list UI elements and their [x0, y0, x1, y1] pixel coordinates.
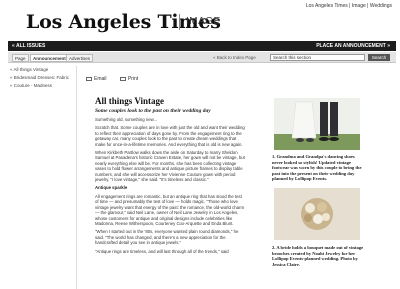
section-label[interactable]: IMAGE — [186, 16, 221, 27]
article-paragraph: Something old, something new... — [95, 117, 158, 122]
back-to-index-link[interactable]: « Back to Index Page — [213, 55, 256, 60]
article-body: Something old, something new... Scratch … — [95, 117, 245, 254]
article-paragraph: When Kirkbeth Partlow walks down the ais… — [95, 150, 245, 183]
place-announcement-link[interactable]: PLACE AN ANNOUNCEMENT » — [316, 43, 390, 49]
wedding-shoes-photo[interactable] — [274, 98, 360, 150]
search-button[interactable]: Search — [368, 54, 390, 61]
article-tools: Email Print — [86, 76, 150, 82]
tab-advertises[interactable]: Advertises — [66, 54, 94, 62]
article-subhead: Some couples look to the past on their w… — [95, 108, 211, 114]
article-paragraph: Scratch that. Some couples are in love w… — [95, 125, 245, 147]
email-icon — [86, 76, 92, 81]
sidebar-divider — [76, 66, 77, 289]
photo-caption: 2. A bride holds a bouquet made out of v… — [272, 245, 364, 267]
print-icon — [119, 76, 126, 81]
logo-divider — [179, 14, 180, 30]
sidebar-item-couture-madness[interactable]: « Couture - Madness — [8, 82, 74, 90]
top-breadcrumb-links[interactable]: Los Angeles Times | Image | Weddings — [306, 3, 392, 9]
email-tool[interactable]: Email — [86, 76, 113, 82]
tab-page[interactable]: Page — [12, 54, 29, 62]
print-tool[interactable]: Print — [119, 76, 144, 82]
masthead: Los Angeles Times IMAGE Los Angeles Time… — [0, 0, 400, 40]
brooch-bouquet-photo[interactable] — [274, 188, 360, 240]
article-crosshead: Antique sparkle — [95, 185, 128, 191]
sidebar-item-bridesmaid-dresses[interactable]: « Bridesmaid Dresses: Fabric — [8, 74, 74, 82]
sub-toolbar: Page Announcement Advertises « Back to I… — [8, 52, 396, 63]
article-paragraph: All engagement rings are romantic, but a… — [95, 193, 245, 226]
all-issues-link[interactable]: « ALL ISSUES — [12, 43, 45, 49]
email-label: Email — [94, 76, 107, 82]
wedding-shoes-illustration — [274, 98, 360, 150]
article: All things Vintage Some couples look to … — [95, 96, 245, 254]
article-paragraph: "Antique rings are timeless, and will la… — [95, 248, 229, 254]
article-headline: All things Vintage — [95, 96, 165, 106]
tab-announcement[interactable]: Announcement — [30, 54, 69, 62]
brooch-bouquet-illustration — [274, 188, 360, 240]
sidebar: « All things Vintage « Bridesmaid Dresse… — [8, 66, 74, 90]
sidebar-item-all-things-vintage[interactable]: « All things Vintage — [8, 66, 74, 74]
search-input[interactable]: Search this section — [270, 54, 365, 61]
print-label: Print — [127, 76, 139, 82]
main-navbar: « ALL ISSUES PLACE AN ANNOUNCEMENT » — [8, 41, 396, 51]
photo-caption: 1. Grandma and Grandpa's dancing shoes n… — [272, 154, 362, 182]
article-paragraph: "When I started out in the '80s, everyon… — [95, 229, 239, 246]
